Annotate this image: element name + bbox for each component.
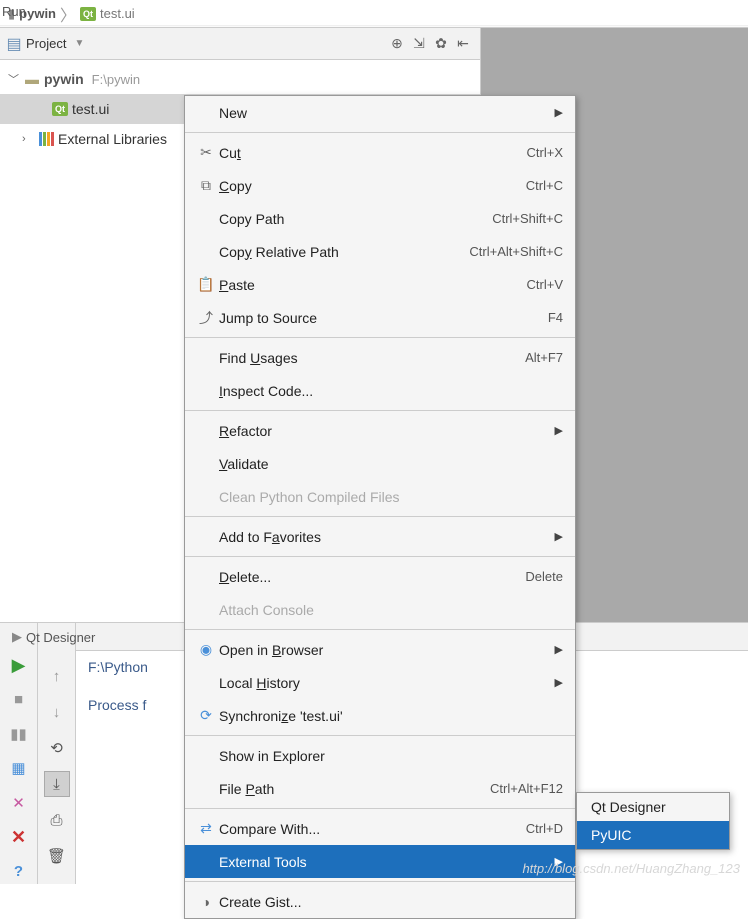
context-menu: New▶ ✂CutCtrl+X ⧉CopyCtrl+C Copy PathCtr… <box>184 95 576 919</box>
project-view-icon: ▤ <box>6 34 22 54</box>
gear-icon[interactable]: ✿ <box>430 33 452 55</box>
github-icon: ◑ <box>193 894 219 910</box>
menu-delete[interactable]: Delete...Delete <box>185 560 575 593</box>
menu-paste[interactable]: 📋PasteCtrl+V <box>185 268 575 301</box>
paste-icon: 📋 <box>193 276 219 293</box>
copy-icon: ⧉ <box>193 177 219 194</box>
run-toolbar-2: ↑ ↓ ⟲ ⤓ ⎙ 🗑 <box>38 623 76 884</box>
run-tab-label: Run <box>2 4 26 19</box>
chevron-down-icon[interactable]: ▼ <box>74 38 84 49</box>
folder-icon: ▬ <box>22 71 42 87</box>
chevron-right-icon: 〉 <box>60 2 76 26</box>
menu-synchronize[interactable]: ⟳Synchronize 'test.ui' <box>185 699 575 732</box>
menu-jump-to-source[interactable]: ⤴Jump to SourceF4 <box>185 301 575 334</box>
submenu-qt-designer[interactable]: Qt Designer <box>577 793 729 821</box>
menu-copy[interactable]: ⧉CopyCtrl+C <box>185 169 575 202</box>
tree-root-path: F:\pywin <box>92 72 140 87</box>
external-tools-submenu: Qt Designer PyUIC <box>576 792 730 850</box>
menu-add-favorites[interactable]: Add to Favorites▶ <box>185 520 575 553</box>
compare-icon: ⇄ <box>193 820 219 837</box>
chevron-right-icon[interactable]: › <box>22 133 36 145</box>
menu-compare-with[interactable]: ⇄Compare With...Ctrl+D <box>185 812 575 845</box>
console-text: F:\Python <box>88 659 148 675</box>
collapse-all-icon[interactable]: ⇲ <box>408 33 430 55</box>
wrap-icon[interactable]: ⟲ <box>44 735 70 761</box>
close-icon[interactable]: ✕ <box>6 825 32 849</box>
play-small-icon: ▶ <box>12 629 22 645</box>
qt-file-icon: Qt <box>52 102 68 116</box>
qt-file-icon: Qt <box>80 7 96 21</box>
menu-inspect-code[interactable]: Inspect Code... <box>185 374 575 407</box>
tree-libs-label: External Libraries <box>58 131 167 147</box>
menu-clean-python: Clean Python Compiled Files <box>185 480 575 513</box>
submenu-pyuic[interactable]: PyUIC <box>577 821 729 849</box>
menu-local-history[interactable]: Local History▶ <box>185 666 575 699</box>
up-icon[interactable]: ↑ <box>44 663 70 689</box>
breadcrumb-file[interactable]: Qt test.ui <box>80 6 135 21</box>
tree-file-label: test.ui <box>72 101 109 117</box>
trash-icon[interactable]: 🗑 <box>44 843 70 869</box>
globe-icon: ◉ <box>193 641 219 658</box>
chevron-down-icon[interactable]: ﹀ <box>8 71 22 87</box>
play-icon[interactable]: ▶ <box>6 653 32 677</box>
menu-external-tools[interactable]: External Tools▶ <box>185 845 575 878</box>
sync-icon: ⟳ <box>193 707 219 724</box>
menu-copy-path[interactable]: Copy PathCtrl+Shift+C <box>185 202 575 235</box>
run-config-label: Qt Designer <box>26 630 95 645</box>
breadcrumb-file-label: test.ui <box>100 6 135 21</box>
project-header-label[interactable]: Project <box>26 36 66 51</box>
menu-find-usages[interactable]: Find UsagesAlt+F7 <box>185 341 575 374</box>
locate-icon[interactable]: ⊕ <box>386 33 408 55</box>
pause-icon[interactable]: ▮▮ <box>6 722 32 746</box>
layout-icon[interactable]: ▦ <box>6 756 32 780</box>
tree-root[interactable]: ﹀ ▬ pywin F:\pywin <box>0 64 480 94</box>
menu-new[interactable]: New▶ <box>185 96 575 129</box>
menu-cut[interactable]: ✂CutCtrl+X <box>185 136 575 169</box>
menu-validate[interactable]: Validate <box>185 447 575 480</box>
pin-icon[interactable]: ✕ <box>6 791 32 815</box>
menu-refactor[interactable]: Refactor▶ <box>185 414 575 447</box>
print-icon[interactable]: ⎙ <box>44 807 70 833</box>
library-icon <box>39 132 54 146</box>
help-icon[interactable]: ? <box>6 860 32 884</box>
menu-open-browser[interactable]: ◉Open in Browser▶ <box>185 633 575 666</box>
tree-root-label: pywin <box>44 71 84 87</box>
breadcrumb: ▮ pywin 〉 Qt test.ui <box>0 0 748 28</box>
menu-attach-console: Attach Console <box>185 593 575 626</box>
down-icon[interactable]: ↓ <box>44 699 70 725</box>
menu-show-explorer[interactable]: Show in Explorer <box>185 739 575 772</box>
stop-icon[interactable]: ■ <box>6 687 32 711</box>
run-toolbar-left: Run ▶ ■ ▮▮ ▦ ✕ ✕ ? <box>0 623 38 884</box>
project-header: ▤ Project ▼ ⊕ ⇲ ✿ ⇤ <box>0 28 480 60</box>
run-tab[interactable]: Run <box>2 4 26 19</box>
jump-icon: ⤴ <box>193 308 219 328</box>
scroll-to-end-icon[interactable]: ⤓ <box>44 771 70 797</box>
scissors-icon: ✂ <box>193 144 219 161</box>
menu-file-path[interactable]: File PathCtrl+Alt+F12 <box>185 772 575 805</box>
hide-icon[interactable]: ⇤ <box>452 33 474 55</box>
menu-create-gist[interactable]: ◑Create Gist... <box>185 885 575 918</box>
menu-copy-relative-path[interactable]: Copy Relative PathCtrl+Alt+Shift+C <box>185 235 575 268</box>
